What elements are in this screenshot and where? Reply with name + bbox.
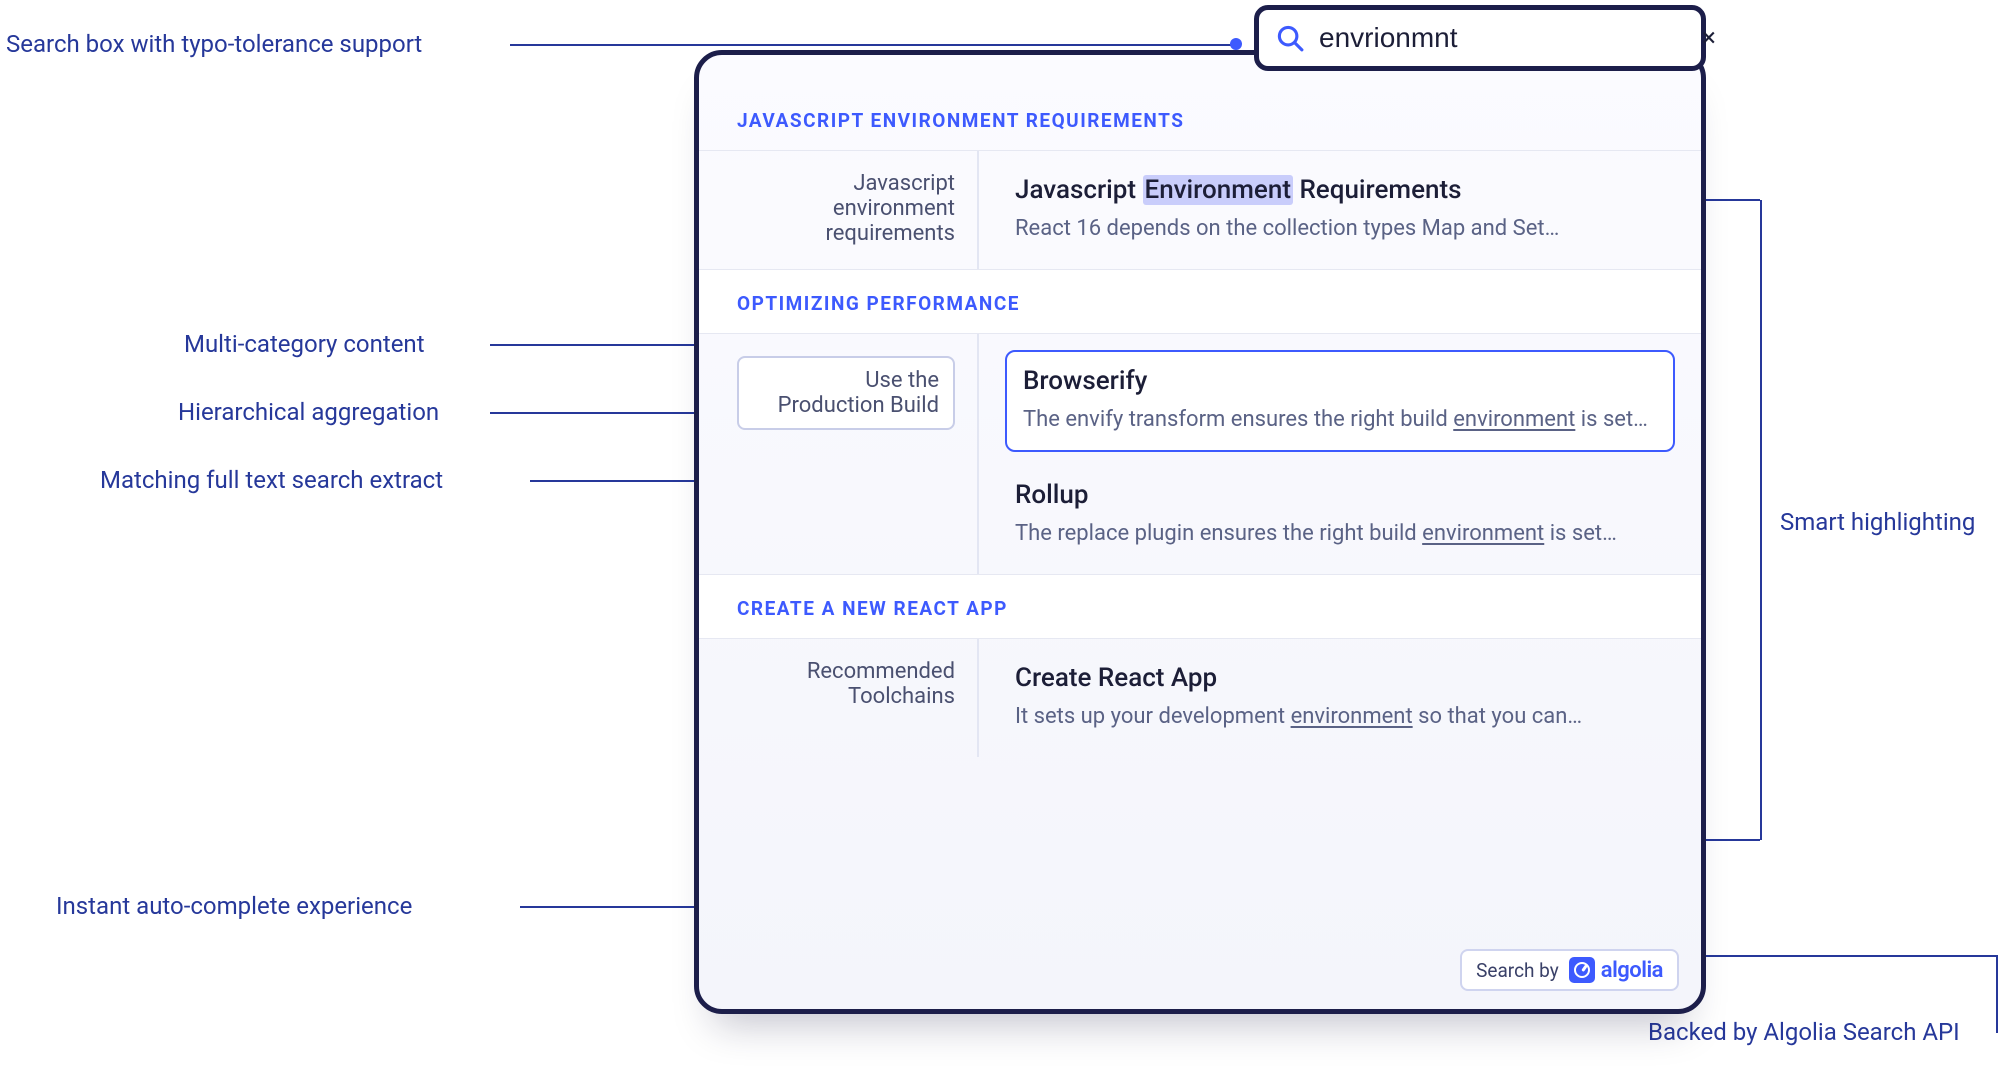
hit-title: Create React App — [1015, 663, 1665, 693]
result-category: Recommended Toolchains — [699, 639, 979, 757]
annotation-hierarchical: Hierarchical aggregation — [178, 398, 439, 426]
connector-dot — [1230, 38, 1242, 50]
result-row[interactable]: Use the Production Build Browserify The … — [699, 334, 1701, 574]
result-hit[interactable]: Rollup The replace plugin ensures the ri… — [1005, 472, 1675, 558]
annotation-fulltext: Matching full text search extract — [100, 466, 443, 494]
annotation-backed: Backed by Algolia Search API — [1648, 1018, 1960, 1046]
connector-line — [1706, 955, 1996, 957]
annotation-smarthighlight: Smart highlighting — [1780, 508, 1975, 536]
hit-snippet: It sets up your development environment … — [1015, 701, 1665, 733]
search-input[interactable] — [1319, 22, 1680, 54]
result-hit[interactable]: Javascript Environment Requirements Reac… — [1005, 167, 1675, 253]
search-box[interactable]: × — [1254, 5, 1706, 71]
result-category: Use the Production Build — [699, 334, 979, 574]
connector-line — [520, 906, 698, 908]
result-hit[interactable]: Browserify The envify transform ensures … — [1005, 350, 1675, 452]
hit-snippet: The replace plugin ensures the right bui… — [1015, 518, 1665, 550]
group-header: JAVASCRIPT ENVIRONMENT REQUIREMENTS — [699, 87, 1701, 151]
hit-title: Rollup — [1015, 480, 1665, 510]
result-row[interactable]: Recommended Toolchains Create React App … — [699, 639, 1701, 757]
searchby-label: Search by — [1476, 959, 1559, 982]
connector-line — [1996, 955, 1998, 1033]
hit-snippet: React 16 depends on the collection types… — [1015, 213, 1665, 245]
result-category: Javascript environment requirements — [699, 151, 979, 269]
result-group: JAVASCRIPT ENVIRONMENT REQUIREMENTS Java… — [699, 87, 1701, 269]
annotation-multicategory: Multi-category content — [184, 330, 425, 358]
hit-title: Browserify — [1023, 366, 1657, 396]
connector-line — [1760, 200, 1762, 840]
annotation-searchbox: Search box with typo-tolerance support — [6, 30, 422, 58]
search-results-panel: × JAVASCRIPT ENVIRONMENT REQUIREMENTS Ja… — [694, 50, 1706, 1014]
algolia-logo: algolia — [1569, 957, 1663, 983]
result-row[interactable]: Javascript environment requirements Java… — [699, 151, 1701, 269]
highlight: Environment — [1143, 175, 1293, 205]
algolia-badge[interactable]: Search by algolia — [1460, 949, 1679, 991]
search-icon — [1275, 23, 1305, 53]
group-header: CREATE A NEW REACT APP — [699, 574, 1701, 639]
hit-snippet: The envify transform ensures the right b… — [1023, 404, 1657, 436]
clear-icon[interactable]: × — [1694, 19, 1724, 57]
algolia-icon — [1569, 957, 1595, 983]
hit-title: Javascript Environment Requirements — [1015, 175, 1665, 205]
result-group: OPTIMIZING PERFORMANCE Use the Productio… — [699, 269, 1701, 574]
result-group: CREATE A NEW REACT APP Recommended Toolc… — [699, 574, 1701, 757]
annotation-autocomplete: Instant auto-complete experience — [56, 892, 412, 920]
group-header: OPTIMIZING PERFORMANCE — [699, 269, 1701, 334]
connector-line — [510, 44, 1234, 46]
search-footer: Search by algolia — [1460, 949, 1679, 991]
result-hit[interactable]: Create React App It sets up your develop… — [1005, 655, 1675, 741]
connector-line — [490, 344, 704, 346]
